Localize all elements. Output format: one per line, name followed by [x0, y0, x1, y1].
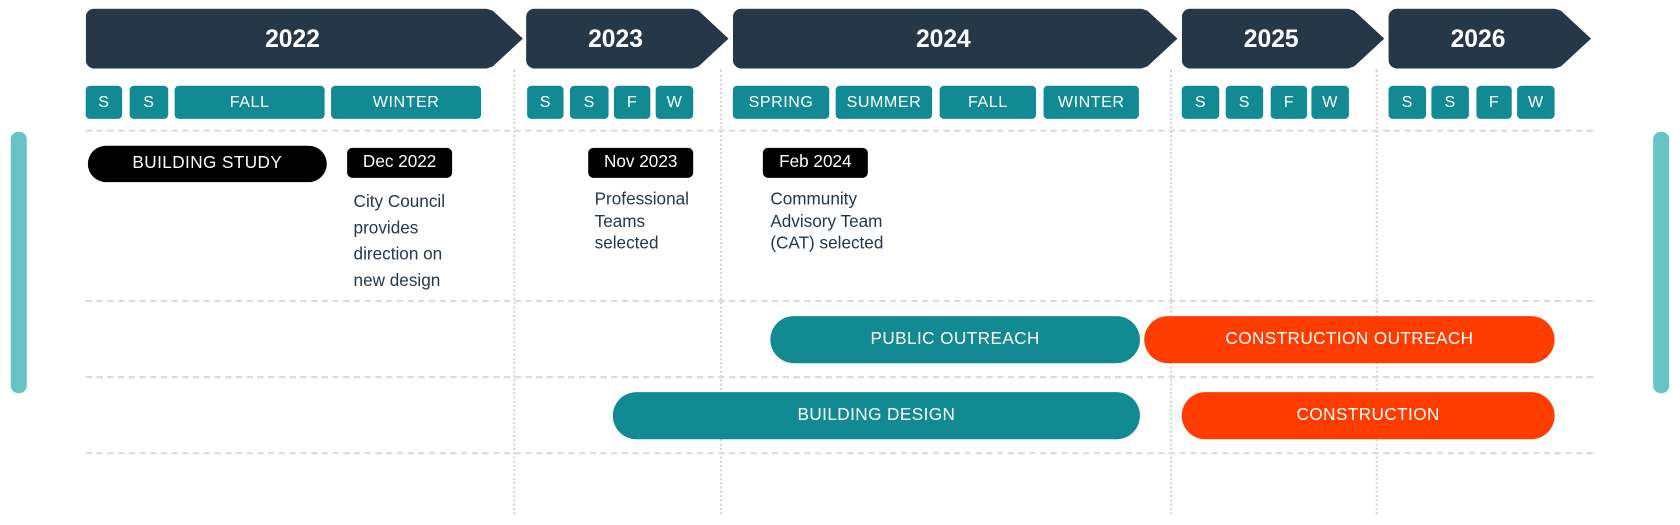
building-study-bar: BUILDING STUDY [87, 145, 327, 183]
season-chip: FALL [174, 85, 325, 119]
season-chip: S [527, 85, 564, 119]
milestone-date: Dec 2022 [347, 147, 453, 178]
season-chip: S [1388, 85, 1427, 119]
year-banner-2022: 2022 [86, 9, 523, 69]
year-divider [719, 69, 723, 515]
year-divider [513, 69, 516, 515]
season-chip: S [1225, 85, 1264, 119]
timeline: 2022 2023 2024 2025 2026 S S FALL WINTER… [0, 0, 1680, 525]
season-chip: S [129, 85, 169, 119]
public-outreach-bar: PUBLIC OUTREACH [770, 316, 1140, 364]
season-chip: S [1181, 85, 1220, 119]
left-scroll-bar[interactable] [10, 131, 27, 394]
milestone-description: City Council provides direction on new d… [353, 192, 446, 290]
season-chip: F [613, 85, 651, 119]
season-chip: S [569, 85, 609, 119]
year-banner-2024: 2024 [733, 9, 1178, 69]
milestone-description: Professional Teams selected [594, 190, 689, 253]
milestone-date: Feb 2024 [762, 147, 868, 178]
season-chip: S [85, 85, 123, 119]
season-chip: S [1431, 85, 1469, 119]
row-divider [85, 299, 1594, 303]
milestone-date: Nov 2023 [588, 147, 694, 178]
row-divider [85, 376, 1594, 379]
season-chip: W [1311, 85, 1349, 119]
year-banner-2026: 2026 [1389, 9, 1591, 69]
row-divider [85, 452, 1594, 455]
year-banner-2025: 2025 [1182, 9, 1384, 69]
season-chip: W [655, 85, 694, 119]
construction-bar: CONSTRUCTION [1181, 392, 1555, 440]
season-chip: FALL [939, 85, 1037, 119]
season-chip: WINTER [1043, 85, 1139, 119]
year-divider [1375, 69, 1378, 515]
right-scroll-bar[interactable] [1653, 131, 1670, 394]
season-chip: F [1476, 85, 1512, 119]
building-design-bar: BUILDING DESIGN [612, 392, 1140, 440]
year-divider [1169, 69, 1173, 515]
season-chip: SUMMER [835, 85, 933, 119]
season-chip: F [1270, 85, 1308, 119]
construction-outreach-bar: CONSTRUCTION OUTREACH [1144, 316, 1555, 364]
milestone-description: Community Advisory Team (CAT) selected [770, 190, 884, 253]
season-chip: W [1517, 85, 1555, 119]
season-chip: SPRING [732, 85, 830, 119]
season-chip: WINTER [331, 85, 482, 119]
row-divider [85, 129, 1594, 132]
year-banner-2023: 2023 [526, 9, 728, 69]
